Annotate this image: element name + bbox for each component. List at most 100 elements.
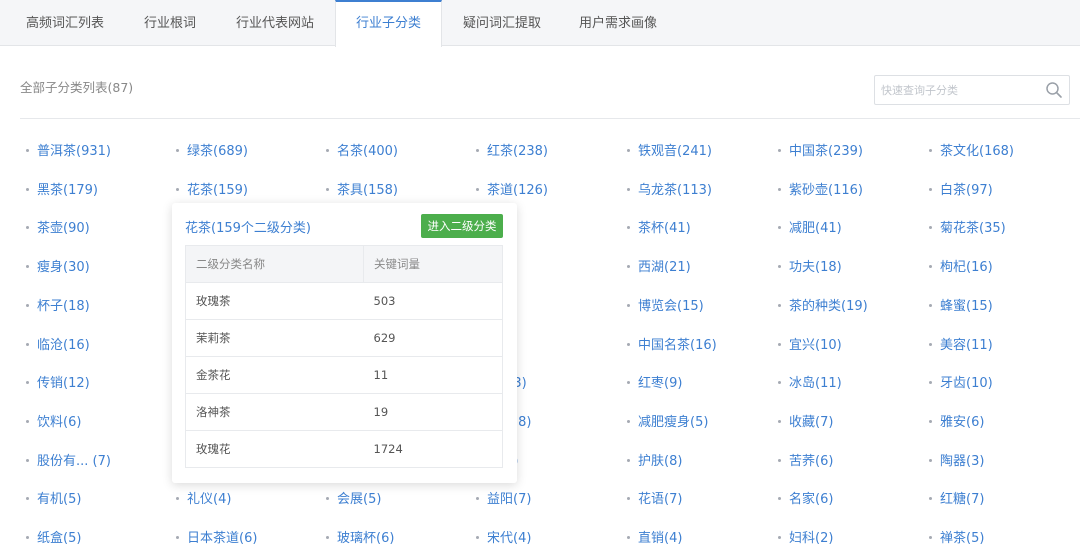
subcategory-label: 紫砂壶(116) <box>789 182 863 198</box>
search-box <box>874 75 1070 105</box>
subcategory-item[interactable]: 乌龙茶(113) <box>627 173 712 211</box>
subcategory-item[interactable]: 美容(11) <box>929 328 993 366</box>
secondary-category-table: 二级分类名称 关键词量 玫瑰茶 503 茉莉茶 629 金茶花 11 洛神茶 19 玫瑰… <box>185 245 503 468</box>
subcategory-item[interactable]: 禅茶(5) <box>929 521 984 556</box>
subcategory-item[interactable]: 白茶(97) <box>929 173 993 211</box>
search-input[interactable] <box>875 76 1043 104</box>
bullet-icon <box>326 536 329 539</box>
subcategory-label: 蜂蜜(15) <box>940 298 993 314</box>
subcategory-item[interactable]: 减肥瘦身(5) <box>627 405 708 443</box>
subcategory-label: 枸杞(16) <box>940 260 993 276</box>
subcategory-item[interactable]: 冰岛(11) <box>778 366 842 404</box>
bullet-icon <box>929 303 932 307</box>
subcategory-label: 有机(5) <box>37 492 82 508</box>
subcategory-item[interactable]: 收藏(7) <box>778 405 833 443</box>
subcategory-item[interactable]: 红枣(9) <box>627 366 682 404</box>
bullet-icon <box>26 187 29 191</box>
tab-industry-root-words[interactable]: 行业根词 <box>126 0 214 46</box>
subcategory-item[interactable]: 苦荞(6) <box>778 444 833 482</box>
subcategory-item[interactable]: 茶壶(90) <box>26 211 90 249</box>
subcategory-item[interactable]: 功夫(18) <box>778 250 842 288</box>
bullet-icon <box>627 497 630 501</box>
subcategory-item[interactable]: 茶文化(168) <box>929 134 1014 172</box>
subcategory-item[interactable]: 会展(5) <box>326 482 381 520</box>
subcategory-label: 铁观音(241) <box>638 144 712 159</box>
table-row[interactable]: 玫瑰花 1724 <box>185 430 503 468</box>
subcategory-label: 茶文化(168) <box>940 144 1014 159</box>
subcategory-item[interactable]: 博览会(15) <box>627 289 704 327</box>
bullet-icon <box>778 419 781 423</box>
subcategory-item[interactable]: 黑茶(179) <box>26 173 98 211</box>
subcategory-item[interactable]: 名家(6) <box>778 482 833 520</box>
subcategory-item[interactable]: 日本茶道(6) <box>176 521 257 556</box>
subcategory-label: 苦荞(6) <box>789 453 834 469</box>
table-row[interactable]: 洛神茶 19 <box>185 393 503 431</box>
bullet-icon <box>326 187 329 191</box>
subcategory-item[interactable]: 绿茶(689) <box>176 134 248 172</box>
subcategory-item[interactable]: 名茶(400) <box>326 134 398 172</box>
search-icon[interactable] <box>1045 81 1063 99</box>
tab-user-profile[interactable]: 用户需求画像 <box>562 0 674 46</box>
subcategory-popup: 花茶(159个二级分类) 进入二级分类 二级分类名称 关键词量 玫瑰茶 503 茉… <box>172 203 517 483</box>
subcategory-item[interactable]: 雅安(6) <box>929 405 984 443</box>
subcategory-item[interactable]: 纸盒(5) <box>26 521 81 556</box>
subcategory-item[interactable]: 饮料(6) <box>26 405 81 443</box>
bullet-icon <box>26 458 29 462</box>
subcategory-item[interactable]: 宜兴(10) <box>778 328 842 366</box>
subcategory-item[interactable]: 益阳(7) <box>476 482 531 520</box>
subcategory-item[interactable]: 红糖(7) <box>929 482 984 520</box>
subcategory-item[interactable]: 红茶(238) <box>476 134 548 172</box>
column-header-keyword-count: 关键词量 <box>363 245 503 283</box>
subcategory-item[interactable]: 股份有... (7) <box>26 444 111 482</box>
subcategory-item[interactable]: 花语(7) <box>627 482 682 520</box>
subcategory-item[interactable]: 直销(4) <box>627 521 682 556</box>
bullet-icon <box>627 458 630 462</box>
tab-industry-subcategories[interactable]: 行业子分类 <box>335 0 442 47</box>
bullet-icon <box>26 536 29 539</box>
subcategory-item[interactable]: 蜂蜜(15) <box>929 289 993 327</box>
subcategory-item[interactable]: 杯子(18) <box>26 289 90 327</box>
subcategory-item[interactable]: 普洱茶(931) <box>26 134 111 172</box>
tab-industry-sites[interactable]: 行业代表网站 <box>218 0 332 46</box>
subcategory-item[interactable]: 紫砂壶(116) <box>778 173 863 211</box>
enter-secondary-category-button[interactable]: 进入二级分类 <box>421 214 503 238</box>
subcategory-item[interactable]: 护肤(8) <box>627 444 682 482</box>
subcategory-item[interactable]: 铁观音(241) <box>627 134 712 172</box>
subcategory-label: 黑茶(179) <box>37 182 98 198</box>
subcategory-item[interactable]: 中国茶(239) <box>778 134 863 172</box>
subcategory-label: 茶杯(41) <box>638 221 691 237</box>
subcategory-item[interactable]: 宋代(4) <box>476 521 531 556</box>
subcategory-label: 普洱茶(931) <box>37 144 111 159</box>
subcategory-item[interactable]: 西湖(21) <box>627 250 691 288</box>
subcategory-item[interactable]: 礼仪(4) <box>176 482 231 520</box>
subcategory-item[interactable]: 陶器(3) <box>929 444 984 482</box>
subcategory-item[interactable]: 玻璃杯(6) <box>326 521 394 556</box>
subcategory-item[interactable]: 茶的种类(19) <box>778 289 868 327</box>
subcategory-label: 花语(7) <box>638 492 683 508</box>
subcategory-item[interactable]: 瘦身(30) <box>26 250 90 288</box>
subcategory-item[interactable]: 中国名茶(16) <box>627 328 717 366</box>
table-row[interactable]: 茉莉茶 629 <box>185 319 503 357</box>
subcategory-label: 中国名茶(16) <box>638 337 717 353</box>
subcategory-label: 益阳(7) <box>487 492 532 508</box>
bullet-icon <box>627 226 630 230</box>
tab-question-words[interactable]: 疑问词汇提取 <box>446 0 558 46</box>
table-row[interactable]: 玫瑰茶 503 <box>185 282 503 320</box>
subcategory-item[interactable]: 传销(12) <box>26 366 90 404</box>
subcategory-label: 饮料(6) <box>37 414 82 430</box>
subcategory-item[interactable]: 有机(5) <box>26 482 81 520</box>
tab-high-freq-words[interactable]: 高频词汇列表 <box>8 0 122 46</box>
subcategory-item[interactable]: 妇科(2) <box>778 521 833 556</box>
subcategory-item[interactable]: 菊花茶(35) <box>929 211 1006 249</box>
subcategory-item[interactable]: 临沧(16) <box>26 328 90 366</box>
subcategory-item[interactable]: 牙齿(10) <box>929 366 993 404</box>
subcategory-label: 减肥(41) <box>789 221 842 237</box>
subcategory-label: 宜兴(10) <box>789 337 842 353</box>
bullet-icon <box>627 342 630 346</box>
subcategory-item[interactable]: 减肥(41) <box>778 211 842 249</box>
divider <box>20 118 1080 119</box>
table-row[interactable]: 金茶花 11 <box>185 356 503 394</box>
subcategory-item[interactable]: 枸杞(16) <box>929 250 993 288</box>
subcategory-item[interactable]: 茶杯(41) <box>627 211 691 249</box>
bullet-icon <box>929 149 932 152</box>
